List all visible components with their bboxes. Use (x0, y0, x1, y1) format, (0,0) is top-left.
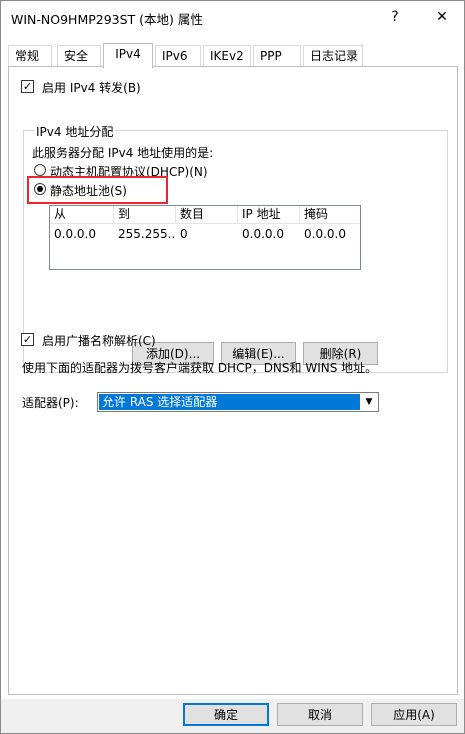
cell-from: 0.0.0.0 (54, 227, 96, 241)
tab-strip: 常规 安全 IPv4 IPv6 IKEv2 PPP 日志记录 (8, 43, 458, 68)
list-header: 从 到 数目 IP 地址 掩码 (50, 206, 360, 224)
tab-logging[interactable]: 日志记录 (303, 45, 363, 67)
dhcp-radio[interactable] (34, 164, 46, 176)
properties-dialog: WIN-NO9HMP293ST (本地) 属性 ? ✕ 常规 安全 IPv4 I… (0, 0, 465, 734)
tab-security[interactable]: 安全 (57, 45, 101, 67)
tab-ipv6[interactable]: IPv6 (155, 45, 201, 67)
adapter-label: 适配器(P): (22, 396, 79, 410)
cancel-button[interactable]: 取消 (277, 703, 363, 726)
window-title: WIN-NO9HMP293ST (本地) 属性 (11, 12, 203, 27)
column-mask[interactable]: 掩码 (300, 206, 360, 224)
table-row[interactable]: 0.0.0.0 255.255.... 0 0.0.0.0 0.0.0.0 (50, 225, 360, 243)
ok-button[interactable]: 确定 (183, 703, 269, 726)
column-ip-address[interactable]: IP 地址 (238, 206, 300, 224)
cell-count: 0 (180, 227, 188, 241)
cell-ip-address: 0.0.0.0 (242, 227, 284, 241)
ipv4-panel: ✓ 启用 IPv4 转发(B) IPv4 地址分配 此服务器分配 IPv4 地址… (8, 66, 458, 695)
cell-to: 255.255.... (118, 227, 176, 241)
address-pool-list[interactable]: 从 到 数目 IP 地址 掩码 0.0.0.0 255.255.... 0 0.… (49, 205, 361, 270)
apply-button[interactable]: 应用(A) (371, 703, 457, 726)
broadcast-name-resolution-checkbox[interactable]: ✓ (21, 333, 34, 346)
column-from[interactable]: 从 (50, 206, 114, 224)
tab-ipv4[interactable]: IPv4 (103, 43, 153, 68)
title-bar: WIN-NO9HMP293ST (本地) 属性 ? ✕ (1, 1, 464, 34)
adapter-dropdown[interactable]: 允许 RAS 选择适配器 ▼ (97, 392, 379, 412)
ipv4-forwarding-label: 启用 IPv4 转发(B) (42, 81, 141, 95)
tab-ikev2[interactable]: IKEv2 (203, 45, 251, 67)
broadcast-name-resolution-label: 启用广播名称解析(C) (42, 334, 156, 348)
close-button[interactable]: ✕ (426, 5, 458, 29)
assignment-description: 此服务器分配 IPv4 地址使用的是: (32, 146, 214, 160)
adapter-selected-value: 允许 RAS 选择适配器 (99, 394, 360, 410)
cell-mask: 0.0.0.0 (304, 227, 346, 241)
adapter-description: 使用下面的适配器为拨号客户端获取 DHCP，DNS和 WINS 地址。 (22, 361, 378, 375)
chevron-down-icon[interactable]: ▼ (361, 394, 377, 410)
column-to[interactable]: 到 (114, 206, 176, 224)
tab-general[interactable]: 常规 (8, 45, 52, 67)
help-button[interactable]: ? (379, 5, 411, 29)
tab-ppp[interactable]: PPP (253, 45, 301, 67)
address-assignment-title: IPv4 地址分配 (34, 123, 116, 140)
ipv4-forwarding-checkbox[interactable]: ✓ (21, 80, 34, 93)
highlight-box (27, 176, 168, 204)
dialog-footer: 确定 取消 应用(A) (1, 699, 464, 733)
column-count[interactable]: 数目 (176, 206, 238, 224)
